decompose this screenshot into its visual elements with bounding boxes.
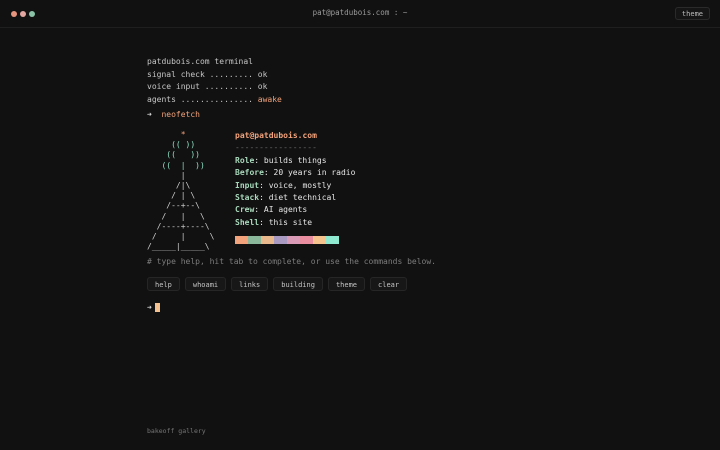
boot-line-title: patdubois.com terminal <box>147 57 253 66</box>
user-host: pat@patdubois.com <box>235 130 355 142</box>
info-value: : AI agents <box>254 205 308 215</box>
title-bar: pat@patdubois.com : ~ theme <box>0 0 720 28</box>
info-value: : builds things <box>254 155 327 165</box>
info-row-stack: Stack: diet technical <box>235 192 355 204</box>
theme-command-button[interactable]: theme <box>327 277 366 291</box>
input-prompt-arrow-icon: ➜ <box>147 303 152 312</box>
palette-swatch <box>235 236 248 244</box>
ascii-art-line: /|\ <box>147 180 191 190</box>
prompt-arrow-icon: ➜ <box>147 110 152 119</box>
ascii-art-line: | <box>147 170 186 180</box>
ascii-art-line: (( )) <box>147 140 196 150</box>
ascii-art-line: /----+----\ <box>147 221 210 231</box>
info-key: Role <box>235 155 255 165</box>
boot-line-voice: voice input .......... ok <box>147 82 268 91</box>
command-input[interactable]: ➜ <box>147 303 160 312</box>
help-hint: # type help, hit tab to complete, or use… <box>147 257 436 266</box>
palette-swatch <box>300 236 313 244</box>
links-button[interactable]: links <box>231 277 269 291</box>
terminal-output: patdubois.com terminal signal check ....… <box>147 56 282 122</box>
window-title: pat@patdubois.com : ~ <box>312 8 408 17</box>
palette-swatch <box>313 236 326 244</box>
info-key: Input <box>235 180 260 190</box>
boot-line-agents: agents ............... awake <box>147 94 282 107</box>
clear-button[interactable]: clear <box>370 277 408 291</box>
info-value: : voice, mostly <box>259 180 332 190</box>
info-row-input: Input: voice, mostly <box>235 180 355 192</box>
hostname: patdubois.com <box>254 131 317 140</box>
text-cursor <box>154 303 160 312</box>
info-key: Stack <box>235 192 260 202</box>
agents-status: awake <box>257 94 282 104</box>
info-row-role: Role: builds things <box>235 155 355 167</box>
info-value: : 20 years in radio <box>263 168 356 178</box>
palette-swatch <box>287 236 300 244</box>
ascii-tower-art: * (( )) (( )) (( | )) | /|\ / | \ /--+--… <box>147 130 214 252</box>
prompt-line: ➜ neofetch <box>147 109 282 122</box>
info-row-shell: Shell: this site <box>235 217 355 229</box>
agents-label: agents ............... <box>147 94 258 104</box>
ascii-art-line: / | \ <box>147 191 196 201</box>
username: pat <box>235 131 250 140</box>
whoami-button[interactable]: whoami <box>184 277 227 291</box>
info-value: : this site <box>259 217 313 227</box>
ascii-art-line: (( )) <box>147 150 200 160</box>
palette-swatch <box>248 236 261 244</box>
ascii-art-line: / | \ <box>147 231 215 241</box>
info-separator: ----------------- <box>235 143 317 153</box>
palette-swatch <box>261 236 274 244</box>
info-key: Before <box>235 168 264 178</box>
neofetch-info: pat@patdubois.com ----------------- Role… <box>235 130 355 229</box>
help-button[interactable]: help <box>147 277 180 291</box>
info-value: : diet technical <box>259 192 337 202</box>
ascii-art-line: (( | )) <box>147 160 205 170</box>
info-row-crew: Crew: AI agents <box>235 204 355 216</box>
ascii-art-line: /_____|_____\ <box>147 242 210 252</box>
theme-toggle-button[interactable]: theme <box>674 7 710 20</box>
color-palette <box>235 236 339 244</box>
ascii-art-line: * <box>147 130 186 139</box>
prompt-command: neofetch <box>161 110 200 119</box>
command-buttons: help whoami links building theme clear <box>147 277 408 291</box>
building-button[interactable]: building <box>273 277 323 291</box>
info-key: Shell <box>235 217 260 227</box>
info-key: Crew <box>235 205 255 215</box>
ascii-art-line: / | \ <box>147 211 205 221</box>
boot-line-signal: signal check ......... ok <box>147 69 268 79</box>
info-row-before: Before: 20 years in radio <box>235 167 355 179</box>
palette-swatch <box>274 236 287 244</box>
footer-label: bakeoff gallery <box>147 427 206 435</box>
ascii-art-line: /--+--\ <box>147 201 200 211</box>
palette-swatch <box>326 236 339 244</box>
